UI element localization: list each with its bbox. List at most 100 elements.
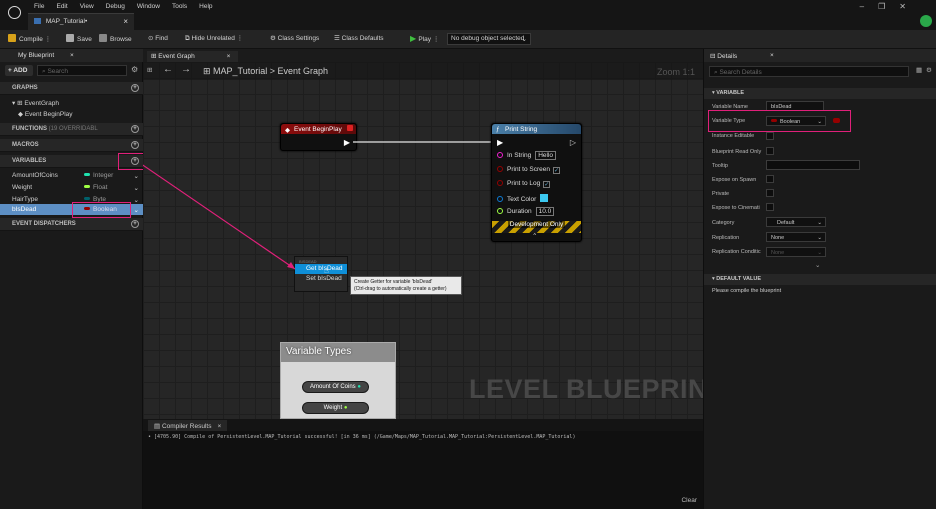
replication-condition-select: None ⌄ (766, 247, 826, 257)
annotation-layer (143, 164, 296, 270)
browse-label: Browse (110, 36, 132, 43)
hide-unrelated-label: Hide Unrelated (191, 35, 235, 42)
compile-label: Compile (19, 36, 43, 43)
event-icon: ◆ (18, 111, 25, 118)
menu-file[interactable]: File (34, 3, 44, 10)
chevron-down-icon[interactable]: ⌄ (134, 196, 139, 204)
details-settings-icon[interactable]: ⚙ (926, 66, 932, 74)
clear-button[interactable]: Clear (681, 497, 697, 504)
details-search-placeholder: Search Details (719, 69, 762, 76)
default-value-section-header[interactable]: ▾ DEFAULT VALUE (704, 274, 936, 285)
type-pill-icon (84, 173, 90, 176)
chevron-down-icon[interactable]: ⌄ (134, 206, 139, 214)
variable-type: Integer (93, 172, 114, 179)
minimize-icon[interactable]: – (860, 2, 864, 11)
instance-editable-checkbox[interactable] (766, 132, 774, 140)
event-graph-tab-active[interactable]: ⊞ Event Graph × (147, 51, 239, 62)
add-graph-icon[interactable]: + (131, 84, 139, 92)
event-dispatchers-header: EVENT DISPATCHERS (12, 221, 76, 227)
category-select[interactable]: Default ⌄ (766, 217, 826, 227)
close-graph-tab-icon[interactable]: × (227, 53, 231, 60)
menu-window[interactable]: Window (137, 3, 160, 10)
menu-tools[interactable]: Tools (172, 3, 187, 10)
expose-cinematics-checkbox[interactable] (766, 203, 774, 211)
variable-section-header[interactable]: ▾ VARIABLE (704, 88, 936, 99)
macros-section[interactable]: MACROS + (0, 139, 143, 152)
find-label: Find (155, 35, 168, 42)
hide-unrelated-button[interactable]: ⧉ Hide Unrelated ⋮ (185, 34, 243, 43)
variables-header: VARIABLES (12, 158, 47, 164)
unreal-logo-icon (8, 6, 21, 19)
graph-canvas[interactable]: ⊞ ← → ⊞ MAP_Tutorial > Event Graph Zoom … (143, 62, 703, 419)
document-tab[interactable]: MAP_Tutorial• × (28, 13, 134, 30)
class-defaults-label: Class Defaults (341, 35, 384, 42)
graphs-header: GRAPHS (12, 85, 38, 91)
source-control-icon[interactable] (920, 15, 932, 27)
add-dispatcher-icon[interactable]: + (131, 220, 139, 228)
event-begin-play-item[interactable]: ◆ Event BeginPlay (0, 108, 143, 119)
macros-header: MACROS (12, 142, 39, 148)
search-input[interactable]: ⌕ Search (37, 65, 127, 76)
play-button[interactable]: ▶ Play ⋮ (410, 34, 439, 43)
variable-type: Float (93, 184, 108, 191)
private-checkbox[interactable] (766, 189, 774, 197)
chevron-down-icon[interactable]: ⌄ (134, 184, 139, 192)
expose-on-spawn-checkbox[interactable] (766, 175, 774, 183)
close-details-icon[interactable]: × (770, 52, 774, 59)
save-button[interactable]: Save (66, 34, 92, 43)
replication-select[interactable]: None ⌄ (766, 232, 826, 242)
settings-gear-icon[interactable]: ⚙ (131, 65, 138, 74)
menu-view[interactable]: View (80, 3, 94, 10)
functions-section[interactable]: FUNCTIONS (19 OVERRIDABL + (0, 123, 143, 136)
blueprint-read-only-checkbox[interactable] (766, 147, 774, 155)
graphs-section[interactable]: GRAPHS + (0, 82, 143, 95)
event-graph-tab[interactable]: ⊞ Event Graph × (143, 49, 703, 62)
class-defaults-button[interactable]: ☰ Class Defaults (334, 34, 384, 42)
menu-edit[interactable]: Edit (56, 3, 67, 10)
save-icon (66, 34, 74, 42)
event-graph-item[interactable]: ▾ ⊞ EventGraph (0, 97, 143, 108)
add-button[interactable]: + ADD (5, 65, 33, 76)
add-macro-icon[interactable]: + (131, 141, 139, 149)
add-function-icon[interactable]: + (131, 125, 139, 133)
menu-debug[interactable]: Debug (106, 3, 125, 10)
annotation-arrowhead (287, 262, 295, 269)
close-panel-icon[interactable]: × (70, 52, 74, 59)
type-pill-icon (84, 197, 90, 200)
debug-object-value: No debug object selected (451, 35, 525, 42)
variable-name: AmountOfCoins (12, 172, 58, 179)
menu-help[interactable]: Help (199, 3, 212, 10)
toolbar: Compile ⋮ Save Browse ⊙ Find ⧉ Hide Unre… (0, 30, 936, 49)
event-graph-label: EventGraph (24, 100, 60, 107)
folder-icon (99, 34, 107, 42)
window-controls: – ❐ ✕ (846, 2, 906, 11)
variable-row[interactable]: AmountOfCoins Integer ⌄ (0, 170, 143, 181)
variable-row[interactable]: Weight Float ⌄ (0, 182, 143, 193)
chevron-down-icon: ⌄ (817, 220, 822, 226)
tooltip-input[interactable] (766, 160, 860, 170)
close-compiler-tab-icon[interactable]: × (217, 423, 221, 430)
advanced-expand-icon[interactable]: ⌄ (815, 261, 820, 269)
event-dispatchers-section[interactable]: EVENT DISPATCHERS + (0, 218, 143, 231)
table-view-icon[interactable]: ▦ (916, 66, 922, 74)
replication-label: Replication (712, 235, 740, 241)
my-blueprint-tab[interactable]: My Blueprint × (0, 49, 143, 62)
chevron-down-icon[interactable]: ⌄ (134, 172, 139, 180)
debug-object-select[interactable]: No debug object selected ⌄ (447, 33, 531, 45)
browse-button[interactable]: Browse (99, 34, 132, 43)
sliders-icon: ☰ (334, 35, 342, 42)
close-tab-icon[interactable]: × (123, 17, 128, 26)
class-settings-button[interactable]: ⚙ Class Settings (270, 34, 319, 42)
category-value: Default (777, 220, 795, 226)
details-search-input[interactable]: ⌕ Search Details (709, 66, 909, 77)
details-tab[interactable]: ⊟ Details × (704, 49, 936, 62)
compile-button[interactable]: Compile ⋮ (8, 34, 51, 43)
details-panel: ⊟ Details × ⌕ Search Details ▦ ⚙ ▾ VARIA… (703, 49, 936, 509)
save-label: Save (77, 36, 92, 43)
menu-bar: File Edit View Debug Window Tools Help (34, 3, 225, 10)
maximize-icon[interactable]: ❐ (878, 2, 885, 11)
chevron-down-icon: ⌄ (521, 36, 527, 43)
close-window-icon[interactable]: ✕ (899, 2, 906, 11)
find-button[interactable]: ⊙ Find (148, 34, 168, 42)
play-label: Play (418, 36, 432, 43)
